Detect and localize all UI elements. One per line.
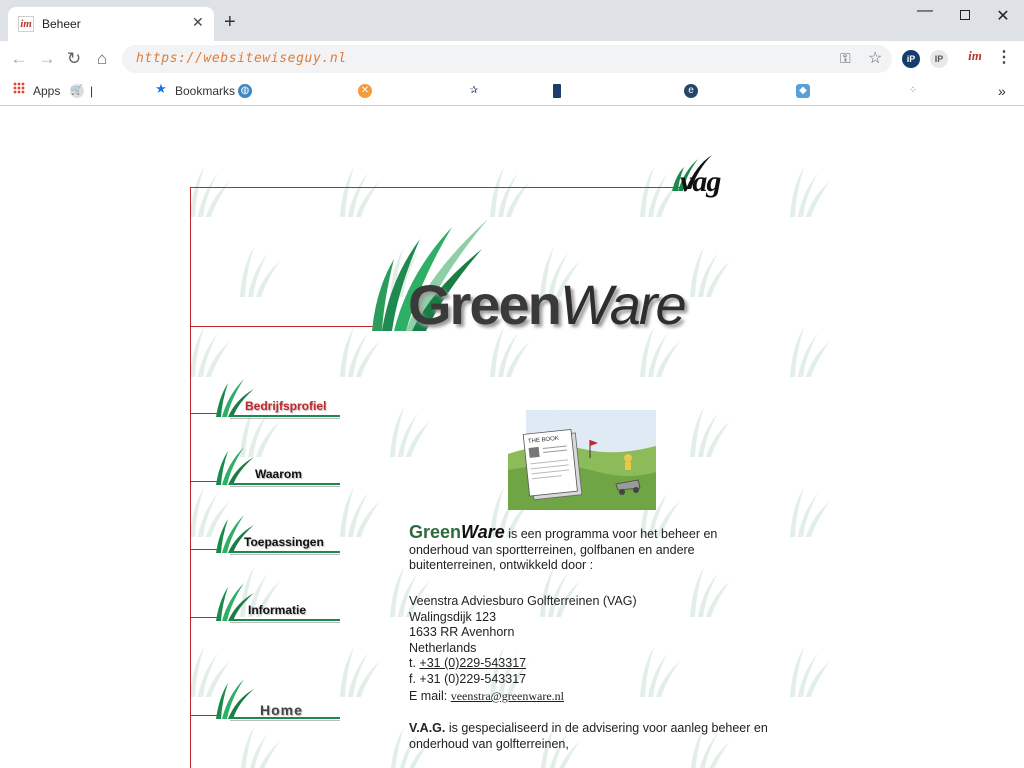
nav-informatie[interactable]: Informatie — [190, 581, 360, 631]
intro-paragraph: GreenWare is een programma voor het behe… — [409, 522, 749, 574]
browser-tab[interactable]: im Beheer ✕ — [8, 7, 214, 41]
bookmark-star-outline-icon[interactable]: ✰ — [467, 84, 481, 98]
bookmarks-star-icon[interactable]: ★ — [154, 82, 168, 96]
email-row: E mail: veenstra@greenware.nl — [409, 689, 565, 703]
new-tab-icon[interactable]: + — [224, 12, 236, 32]
tab-close-icon[interactable]: ✕ — [192, 14, 204, 31]
bookmarks-bar: Apps 🛒 | ★ Bookmarks ◍ ✕ ✰ e ◆ ⁘ » — [0, 77, 1024, 106]
fax: f. +31 (0)229-543317 — [409, 671, 527, 686]
bookmark-phone-icon[interactable] — [553, 84, 561, 98]
logo-rule — [190, 326, 375, 327]
window-close-icon[interactable]: ✕ — [988, 6, 1018, 26]
tab-title: Beheer — [42, 17, 81, 31]
ip-check-extension-icon[interactable]: IP — [930, 50, 948, 68]
site-favicon-icon: im — [18, 16, 34, 32]
key-icon[interactable]: ⚿ — [840, 50, 851, 67]
bookmark-star-icon[interactable]: ☆ — [868, 48, 882, 68]
bookmark-diamond-icon[interactable]: ◆ — [796, 84, 810, 98]
phone-link[interactable]: +31 (0)229-543317 — [419, 656, 526, 670]
nav-label[interactable]: Toepassingen — [244, 535, 324, 549]
frame-top-rule — [190, 187, 680, 188]
logo-ware-text: Ware — [559, 273, 687, 336]
ip-extension-icon[interactable]: iP — [902, 50, 920, 68]
greenware-logo: GreenWare — [408, 273, 687, 336]
url-text[interactable]: https://websitewiseguy.nl — [136, 51, 347, 66]
bookmarks-overflow-icon[interactable]: » — [998, 82, 1006, 100]
nav-grass-icon — [216, 447, 254, 485]
home-icon[interactable]: ⌂ — [91, 48, 113, 70]
vag-description-text: is gespecialiseerd in de advisering voor… — [409, 721, 768, 751]
forward-arrow-icon[interactable]: → — [36, 48, 58, 70]
apps-grid-icon[interactable] — [13, 82, 25, 94]
nav-label[interactable]: Informatie — [248, 603, 306, 617]
nav-grass-icon — [216, 679, 254, 719]
bookmark-orange-icon[interactable]: ✕ — [358, 84, 372, 98]
im-extension-icon[interactable]: im — [966, 48, 984, 66]
vag-logo-text: vag — [680, 165, 721, 198]
company-name: Veenstra Adviesburo Golfterreinen (VAG) — [409, 594, 637, 608]
kebab-menu-icon[interactable]: ⋮ — [995, 49, 1013, 67]
logo-green-text: Green — [408, 273, 562, 336]
browser-toolbar: ← → ↻ ⌂ https://websitewiseguy.nl ⚿ ☆ iP… — [0, 41, 1024, 77]
globe-icon[interactable]: ◍ — [238, 84, 252, 98]
minimize-icon[interactable]: — — [910, 2, 940, 22]
nav-label[interactable]: Home — [260, 702, 303, 718]
golf-course-illustration: THE BOOK — [508, 410, 656, 510]
nav-bedrijfsprofiel[interactable]: Bedrijfsprofiel — [190, 377, 360, 427]
vag-abbreviation: V.A.G. — [409, 721, 446, 735]
vag-description: V.A.G. is gespecialiseerd in de adviseri… — [409, 721, 769, 752]
phone-row: t. +31 (0)229-543317 — [409, 656, 527, 670]
city: 1633 RR Avenhorn — [409, 625, 515, 639]
reload-icon[interactable]: ↻ — [63, 48, 85, 70]
nav-toepassingen[interactable]: Toepassingen — [190, 513, 360, 563]
bookmark-folder[interactable]: Bookmarks — [175, 82, 235, 100]
intro-brand: GreenWare — [409, 522, 505, 542]
bookmark-separator: | — [90, 84, 94, 98]
bookmark-dots-icon[interactable]: ⁘ — [906, 84, 920, 98]
back-arrow-icon[interactable]: ← — [8, 48, 30, 70]
nav-label[interactable]: Bedrijfsprofiel — [245, 399, 326, 413]
country: Netherlands — [409, 640, 477, 655]
maximize-icon[interactable] — [950, 6, 980, 26]
email-link[interactable]: veenstra@greenware.nl — [451, 689, 564, 703]
bookmark-apps[interactable]: Apps — [33, 82, 60, 100]
contact-address: Veenstra Adviesburo Golfterreinen (VAG) … — [409, 594, 749, 705]
street: Walingsdijk 123 — [409, 609, 497, 624]
address-bar[interactable]: https://websitewiseguy.nl ⚿ ☆ — [122, 45, 892, 73]
bookmark-e-icon[interactable]: e — [684, 84, 698, 98]
web-page: vag GreenWare Bedrijfsprofiel Waarom Toe… — [0, 107, 1024, 768]
tab-bar: im Beheer ✕ + — ✕ — [0, 0, 1024, 41]
nav-waarom[interactable]: Waarom — [190, 445, 360, 495]
nav-home[interactable]: Home — [190, 677, 360, 727]
bookmark-shop-icon[interactable]: 🛒 — [70, 84, 84, 98]
nav-label[interactable]: Waarom — [255, 467, 302, 481]
